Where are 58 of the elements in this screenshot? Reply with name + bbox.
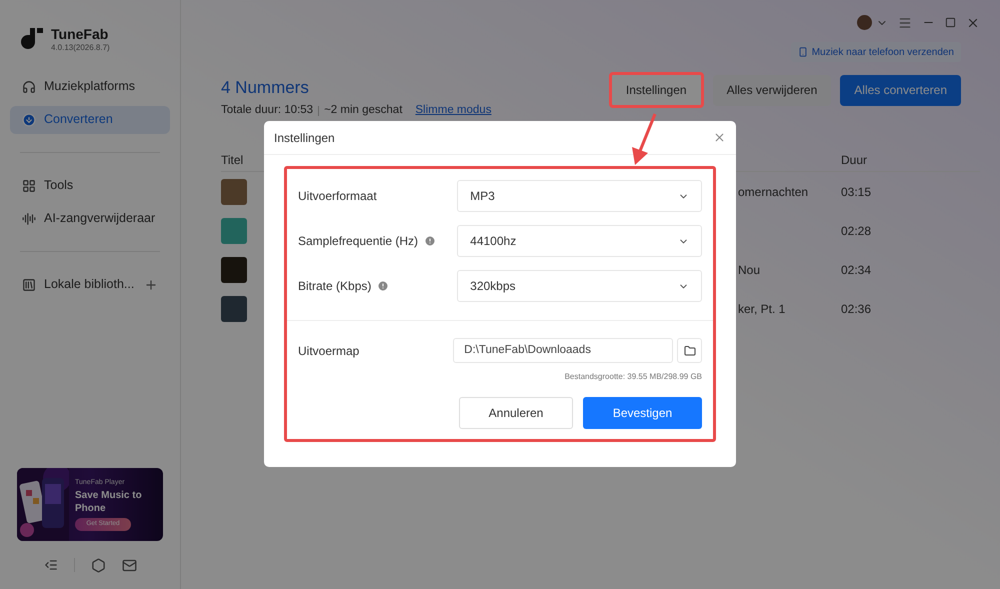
- sidebar-item[interactable]: Muziekplatforms: [10, 72, 170, 100]
- duration-cell-text: 02:36: [841, 300, 872, 318]
- maximize-icon[interactable]: [945, 17, 956, 28]
- album-cover: [221, 256, 247, 283]
- file-size-info: Bestandsgrootte: 39.55 MB/298.99 GB: [564, 371, 702, 383]
- audio-wave-icon: [22, 212, 36, 226]
- sidebar-item[interactable]: Lokale biblioth...: [10, 270, 170, 298]
- folder-path-field[interactable]: D:\TuneFab\Downloaads: [453, 338, 674, 363]
- setting-label: Samplefrequentie (Hz): [298, 233, 418, 250]
- sidebar-item[interactable]: AI-zangverwijderaar: [10, 204, 170, 232]
- album-cell-text: omernachten: [738, 184, 808, 201]
- total-duration: Totale duur: 10:53: [221, 103, 314, 118]
- logo-icon: [20, 26, 44, 50]
- menu-icon[interactable]: [898, 16, 912, 30]
- estimated-time: ~2 min geschat: [324, 103, 402, 118]
- settings-button[interactable]: Instellingen: [608, 72, 704, 108]
- album-cover: [221, 218, 247, 244]
- close-icon[interactable]: [713, 131, 726, 144]
- setting-label: Uitvoerformaat: [298, 188, 377, 205]
- confirm-button[interactable]: Bevestigen: [583, 397, 702, 429]
- add-icon[interactable]: [144, 278, 158, 292]
- smart-mode-link[interactable]: Slimme modus: [415, 102, 492, 120]
- download-icon: [22, 112, 36, 126]
- duration-cell-text: 02:28: [841, 222, 872, 240]
- album-cell-text: ker, Pt. 1: [738, 300, 786, 318]
- remove-all-button[interactable]: Alles verwijderen: [712, 74, 832, 106]
- headphones-icon: [22, 80, 36, 94]
- info-icon[interactable]: [377, 280, 390, 292]
- setting-label: Uitvoermap: [298, 342, 360, 360]
- album-cell-text: Nou: [738, 262, 760, 279]
- mail-icon[interactable]: [122, 558, 136, 572]
- album-cover: [221, 178, 247, 205]
- album-cover: [221, 296, 247, 322]
- dropdown[interactable]: 44100hz: [457, 225, 702, 257]
- info-icon[interactable]: [424, 235, 436, 247]
- column-header: Titel: [221, 152, 244, 169]
- duration-cell-text: 03:15: [841, 184, 872, 201]
- promo-headline: Save Music to Phone: [75, 488, 143, 515]
- dialog-title: Instellingen: [274, 130, 335, 146]
- dropdown[interactable]: MP3: [457, 180, 702, 212]
- collapse-sidebar-icon[interactable]: [44, 558, 58, 572]
- send-to-phone-button[interactable]: Muziek naar telefoon verzenden: [790, 42, 961, 62]
- track-count-title: 4 Nummers: [221, 78, 310, 98]
- duration-cell-text: 02:34: [841, 262, 872, 279]
- column-header: Duur: [841, 152, 868, 169]
- dropdown[interactable]: 320kbps: [457, 270, 702, 302]
- grid-icon: [22, 178, 36, 192]
- phone-icon: [798, 47, 808, 57]
- library-icon: [22, 278, 36, 292]
- folder-icon: [684, 344, 696, 356]
- app-version: 4.0.13(2026.8.7): [51, 42, 110, 54]
- cancel-button[interactable]: Annuleren: [459, 397, 573, 429]
- app-name: TuneFab: [51, 26, 110, 42]
- setting-label: Bitrate (Kbps): [298, 278, 372, 295]
- convert-all-button[interactable]: Alles converteren: [840, 74, 961, 106]
- sidebar-item[interactable]: Converteren: [10, 106, 170, 134]
- sidebar-item[interactable]: Tools: [10, 172, 170, 200]
- browse-folder-button[interactable]: [677, 338, 702, 363]
